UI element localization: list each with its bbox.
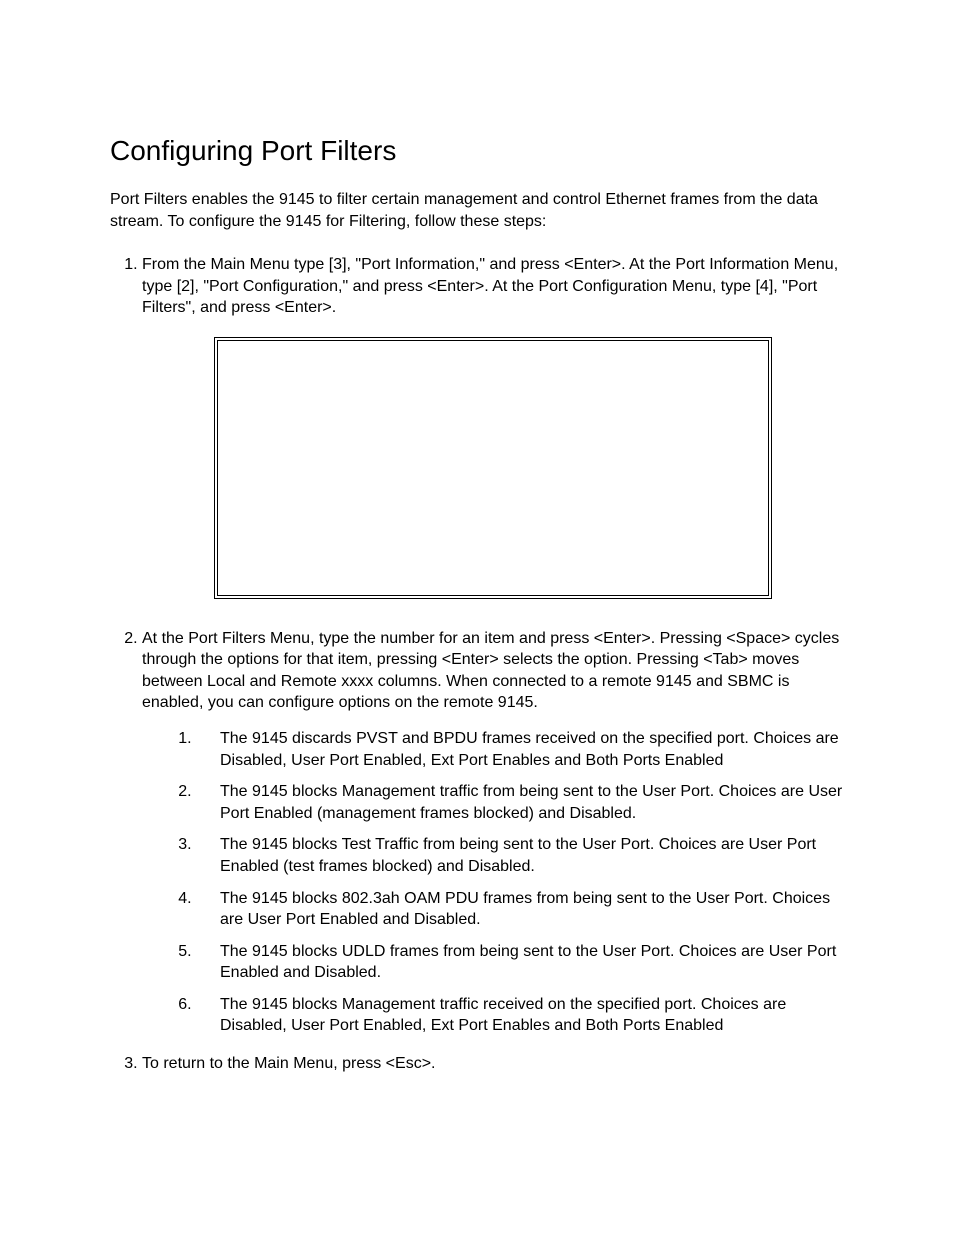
main-ordered-list: From the Main Menu type [3], "Port Infor… [110, 254, 844, 1074]
step-1-text: From the Main Menu type [3], "Port Infor… [142, 256, 838, 316]
subitem-1: The 9145 discards PVST and BPDU frames r… [196, 728, 844, 771]
step-3-text: To return to the Main Menu, press <Esc>. [142, 1055, 435, 1072]
subitem-5-text: The 9145 blocks UDLD frames from being s… [220, 941, 844, 984]
subitem-2-text: The 9145 blocks Management traffic from … [220, 781, 844, 824]
subitem-6: The 9145 blocks Management traffic recei… [196, 994, 844, 1037]
page-title: Configuring Port Filters [110, 135, 844, 167]
subitem-4: The 9145 blocks 802.3ah OAM PDU frames f… [196, 888, 844, 931]
step-1: From the Main Menu type [3], "Port Infor… [142, 254, 844, 605]
subitem-1-text: The 9145 discards PVST and BPDU frames r… [220, 728, 844, 771]
document-page: Configuring Port Filters Port Filters en… [0, 0, 954, 1235]
subitem-3: The 9145 blocks Test Traffic from being … [196, 834, 844, 877]
intro-paragraph: Port Filters enables the 9145 to filter … [110, 189, 844, 232]
subitem-4-text: The 9145 blocks 802.3ah OAM PDU frames f… [220, 888, 844, 931]
sub-ordered-list: The 9145 discards PVST and BPDU frames r… [142, 728, 844, 1037]
step-2-text: At the Port Filters Menu, type the numbe… [142, 630, 839, 712]
terminal-screenshot-placeholder [214, 337, 772, 599]
step-3: To return to the Main Menu, press <Esc>. [142, 1053, 844, 1075]
step-2: At the Port Filters Menu, type the numbe… [142, 628, 844, 1038]
subitem-6-text: The 9145 blocks Management traffic recei… [220, 994, 844, 1037]
figure-wrap [142, 337, 844, 606]
subitem-3-text: The 9145 blocks Test Traffic from being … [220, 834, 844, 877]
subitem-2: The 9145 blocks Management traffic from … [196, 781, 844, 824]
subitem-5: The 9145 blocks UDLD frames from being s… [196, 941, 844, 984]
